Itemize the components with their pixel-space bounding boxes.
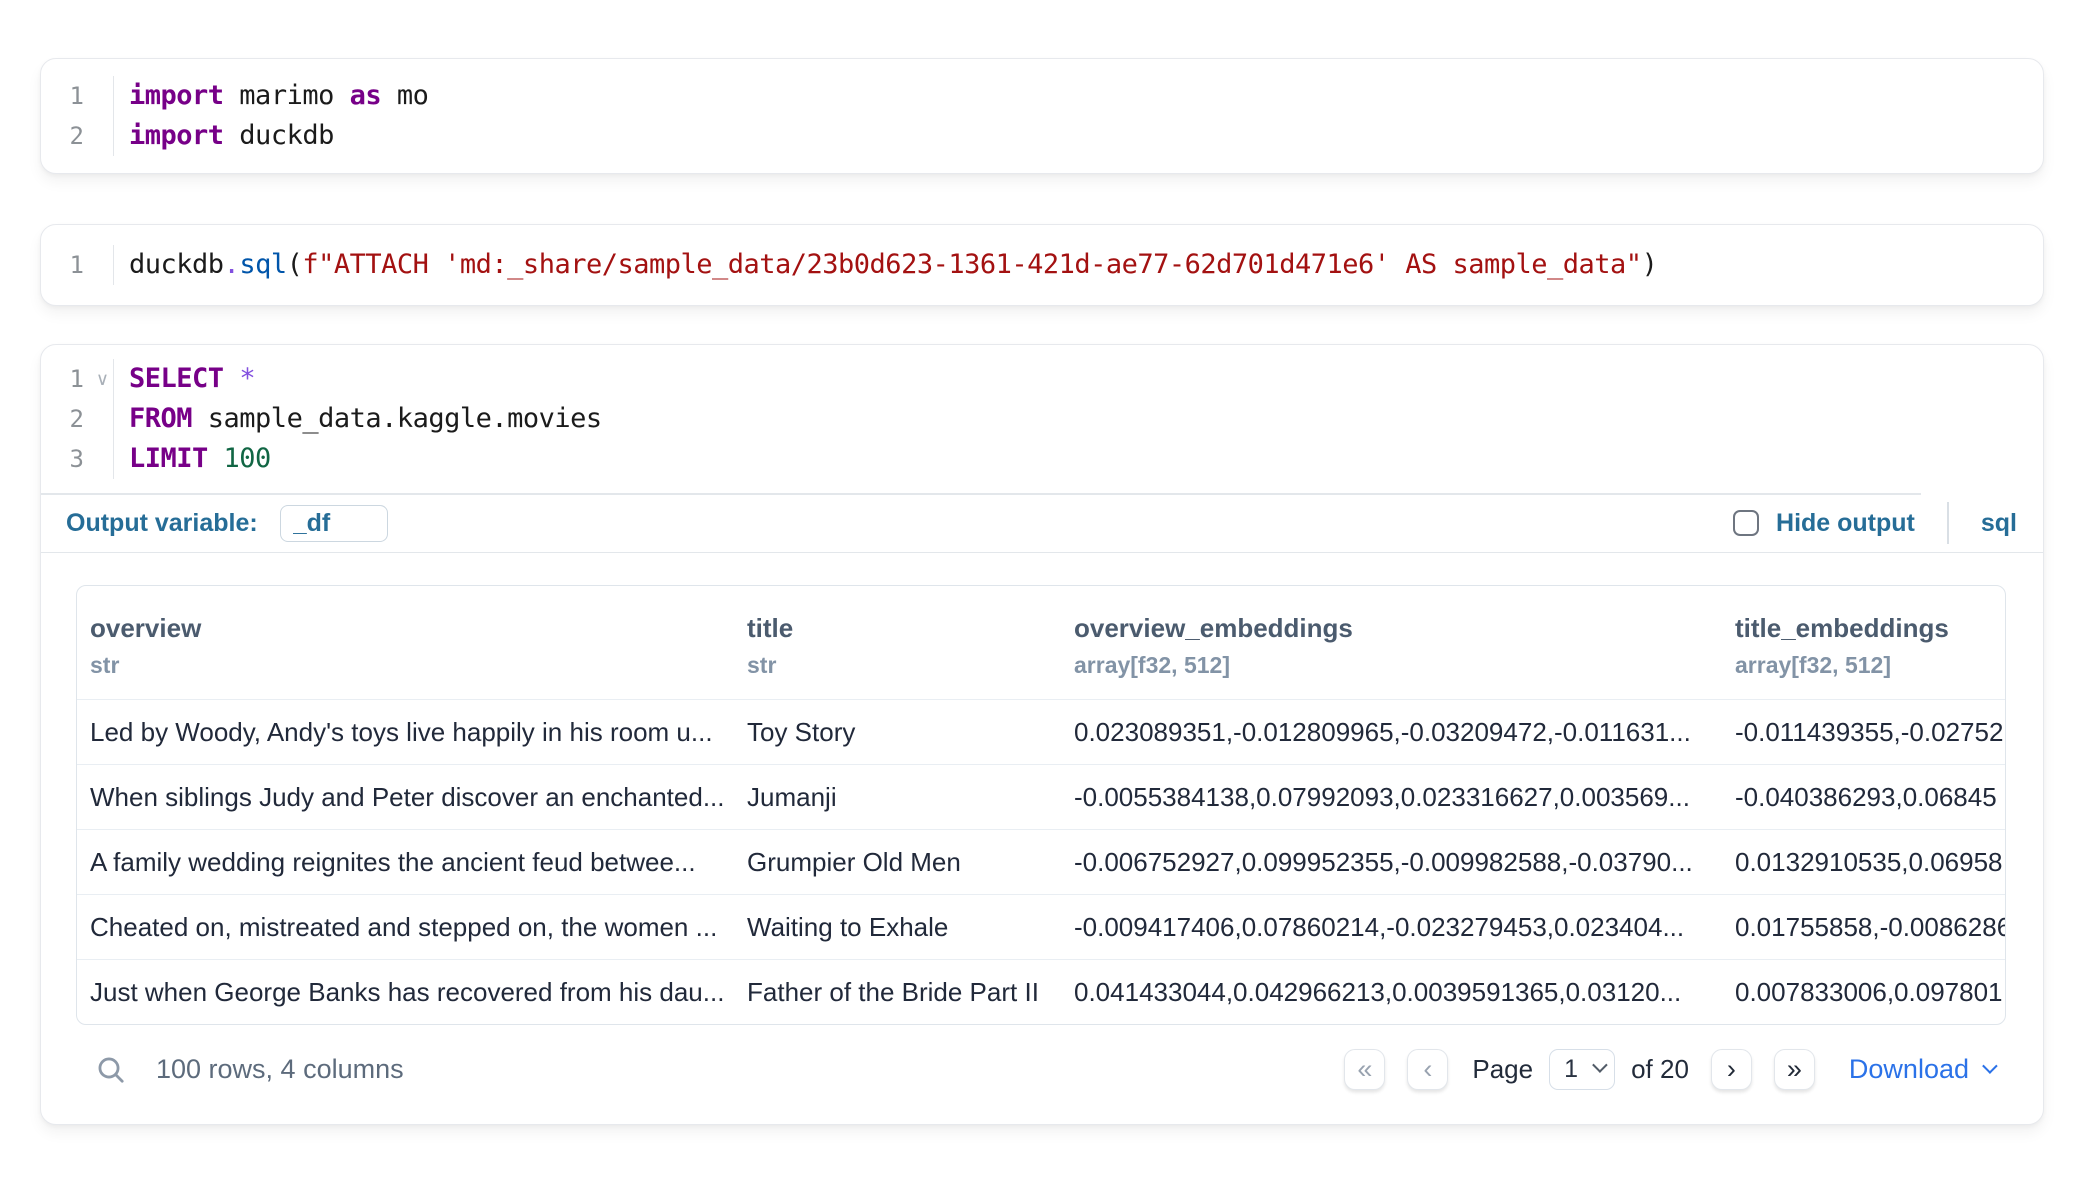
table-cell: 0.041433044,0.042966213,0.0039591365,0.0…: [1061, 959, 1722, 1024]
prev-page-button[interactable]: ‹: [1407, 1049, 1448, 1090]
output-variable-label: Output variable:: [66, 509, 258, 538]
hide-output-checkbox[interactable]: [1733, 510, 1759, 536]
table-cell: -0.009417406,0.07860214,-0.023279453,0.0…: [1061, 894, 1722, 959]
page-number-select[interactable]: 1: [1549, 1049, 1615, 1090]
table-cell: When siblings Judy and Peter discover an…: [77, 764, 734, 829]
column-header-title_embeddings[interactable]: title_embeddings array[f32, 512]: [1722, 586, 2006, 699]
code-editor[interactable]: 1∨23 SELECT *FROM sample_data.kaggle.movi…: [41, 345, 2043, 493]
column-header-overview_embeddings[interactable]: overview_embeddings array[f32, 512]: [1061, 586, 1722, 699]
column-dtype: str: [747, 651, 1055, 679]
first-page-button[interactable]: «: [1344, 1049, 1385, 1090]
page-number-value: 1: [1564, 1055, 1578, 1084]
page-label: Page: [1472, 1054, 1533, 1085]
table-header-row: overview str title str overview_embeddingsar…: [77, 586, 2006, 699]
table-cell: Toy Story: [734, 699, 1061, 764]
column-dtype: array[f32, 512]: [1735, 651, 2003, 679]
page-total-label: of 20: [1631, 1054, 1689, 1085]
notebook: 12import marimo as moimport duckdb 1duck…: [0, 0, 2086, 1125]
download-button[interactable]: Download: [1849, 1054, 1994, 1085]
table-cell: -0.040386293,0.06845: [1722, 764, 2006, 829]
line-number: 2: [41, 116, 113, 156]
table-row: When siblings Judy and Peter discover an…: [77, 764, 2006, 829]
code-line[interactable]: SELECT *: [129, 359, 2043, 399]
column-name: overview: [90, 612, 728, 644]
column-header-overview[interactable]: overview str: [77, 586, 734, 699]
column-name: title: [747, 612, 1055, 644]
table-cell: 0.01755858,-0.0086286: [1722, 894, 2006, 959]
table-cell: A family wedding reignites the ancient f…: [77, 829, 734, 894]
chevron-down-icon: [1982, 1058, 1998, 1074]
table-cell: Cheated on, mistreated and stepped on, t…: [77, 894, 734, 959]
line-number: 1: [41, 245, 113, 285]
code-cell-sql: 1∨23SELECT *FROM sample_data.kaggle.movi…: [40, 344, 2044, 1125]
column-dtype: array[f32, 512]: [1074, 651, 1716, 679]
code-line[interactable]: import duckdb: [129, 116, 2043, 156]
line-number: 2: [41, 399, 113, 439]
output-table-container: overview str title str overview_embeddingsar…: [76, 585, 2006, 1025]
table-cell: Led by Woody, Andy's toys live happily i…: [77, 699, 734, 764]
pagination: « ‹ Page 1 of 20 › » Download: [1344, 1049, 1994, 1090]
table-row: Cheated on, mistreated and stepped on, t…: [77, 894, 2006, 959]
search-icon[interactable]: [94, 1053, 128, 1087]
table-cell: 0.007833006,0.097801: [1722, 959, 2006, 1024]
toolbar-separator: [1947, 502, 1949, 544]
table-cell: Grumpier Old Men: [734, 829, 1061, 894]
cell-output: overview str title str overview_embeddingsar…: [41, 553, 2043, 1124]
table-cell: -0.011439355,-0.02752: [1722, 699, 2006, 764]
table-cell: 0.023089351,-0.012809965,-0.03209472,-0.…: [1061, 699, 1722, 764]
line-number: 1∨: [41, 359, 113, 399]
column-header-title[interactable]: title str: [734, 586, 1061, 699]
row-count-summary: 100 rows, 4 columns: [156, 1054, 404, 1085]
output-table: overview str title str overview_embeddingsar…: [77, 586, 2006, 1024]
code-line[interactable]: duckdb.sql(f"ATTACH 'md:_share/sample_da…: [129, 245, 2043, 285]
table-cell: 0.0132910535,0.06958: [1722, 829, 2006, 894]
line-number-gutter: 1∨23: [41, 359, 114, 479]
table-footer: 100 rows, 4 columns « ‹ Page 1 of 20 › »…: [76, 1049, 2006, 1090]
table-cell: -0.006752927,0.099952355,-0.009982588,-0…: [1061, 829, 1722, 894]
table-row: A family wedding reignites the ancient f…: [77, 829, 2006, 894]
next-page-button[interactable]: ›: [1711, 1049, 1752, 1090]
code-cell-attach: 1 duckdb.sql(f"ATTACH 'md:_share/sample_d…: [40, 224, 2044, 306]
code-line[interactable]: FROM sample_data.kaggle.movies: [129, 399, 2043, 439]
sql-toolbar: Output variable: Hide output sql: [41, 495, 2043, 552]
line-number: 3: [41, 439, 113, 479]
line-number-gutter: 1: [41, 245, 114, 285]
table-cell: Father of the Bride Part II: [734, 959, 1061, 1024]
language-toggle-sql[interactable]: sql: [1981, 509, 2017, 538]
table-cell: Waiting to Exhale: [734, 894, 1061, 959]
column-name: overview_embeddings: [1074, 612, 1716, 644]
line-number: 1: [41, 76, 113, 116]
code-cell-imports: 12 import marimo as moimport duckdb: [40, 58, 2044, 174]
table-cell: -0.0055384138,0.07992093,0.023316627,0.0…: [1061, 764, 1722, 829]
column-dtype: str: [90, 651, 728, 679]
download-label: Download: [1849, 1054, 1969, 1085]
line-number-gutter: 12: [41, 76, 114, 156]
output-variable-input[interactable]: [280, 505, 388, 542]
code-editor[interactable]: 1 duckdb.sql(f"ATTACH 'md:_share/sample_d…: [41, 225, 2043, 305]
column-name: title_embeddings: [1735, 612, 2003, 644]
table-row: Just when George Banks has recovered fro…: [77, 959, 2006, 1024]
last-page-button[interactable]: »: [1774, 1049, 1815, 1090]
code-line[interactable]: LIMIT 100: [129, 439, 2043, 479]
table-row: Led by Woody, Andy's toys live happily i…: [77, 699, 2006, 764]
fold-chevron-icon[interactable]: ∨: [96, 359, 109, 399]
table-cell: Just when George Banks has recovered fro…: [77, 959, 734, 1024]
hide-output-label[interactable]: Hide output: [1776, 509, 1915, 538]
code-line[interactable]: import marimo as mo: [129, 76, 2043, 116]
code-editor[interactable]: 12 import marimo as moimport duckdb: [41, 59, 2043, 173]
chevron-down-icon: [1592, 1057, 1608, 1073]
table-cell: Jumanji: [734, 764, 1061, 829]
